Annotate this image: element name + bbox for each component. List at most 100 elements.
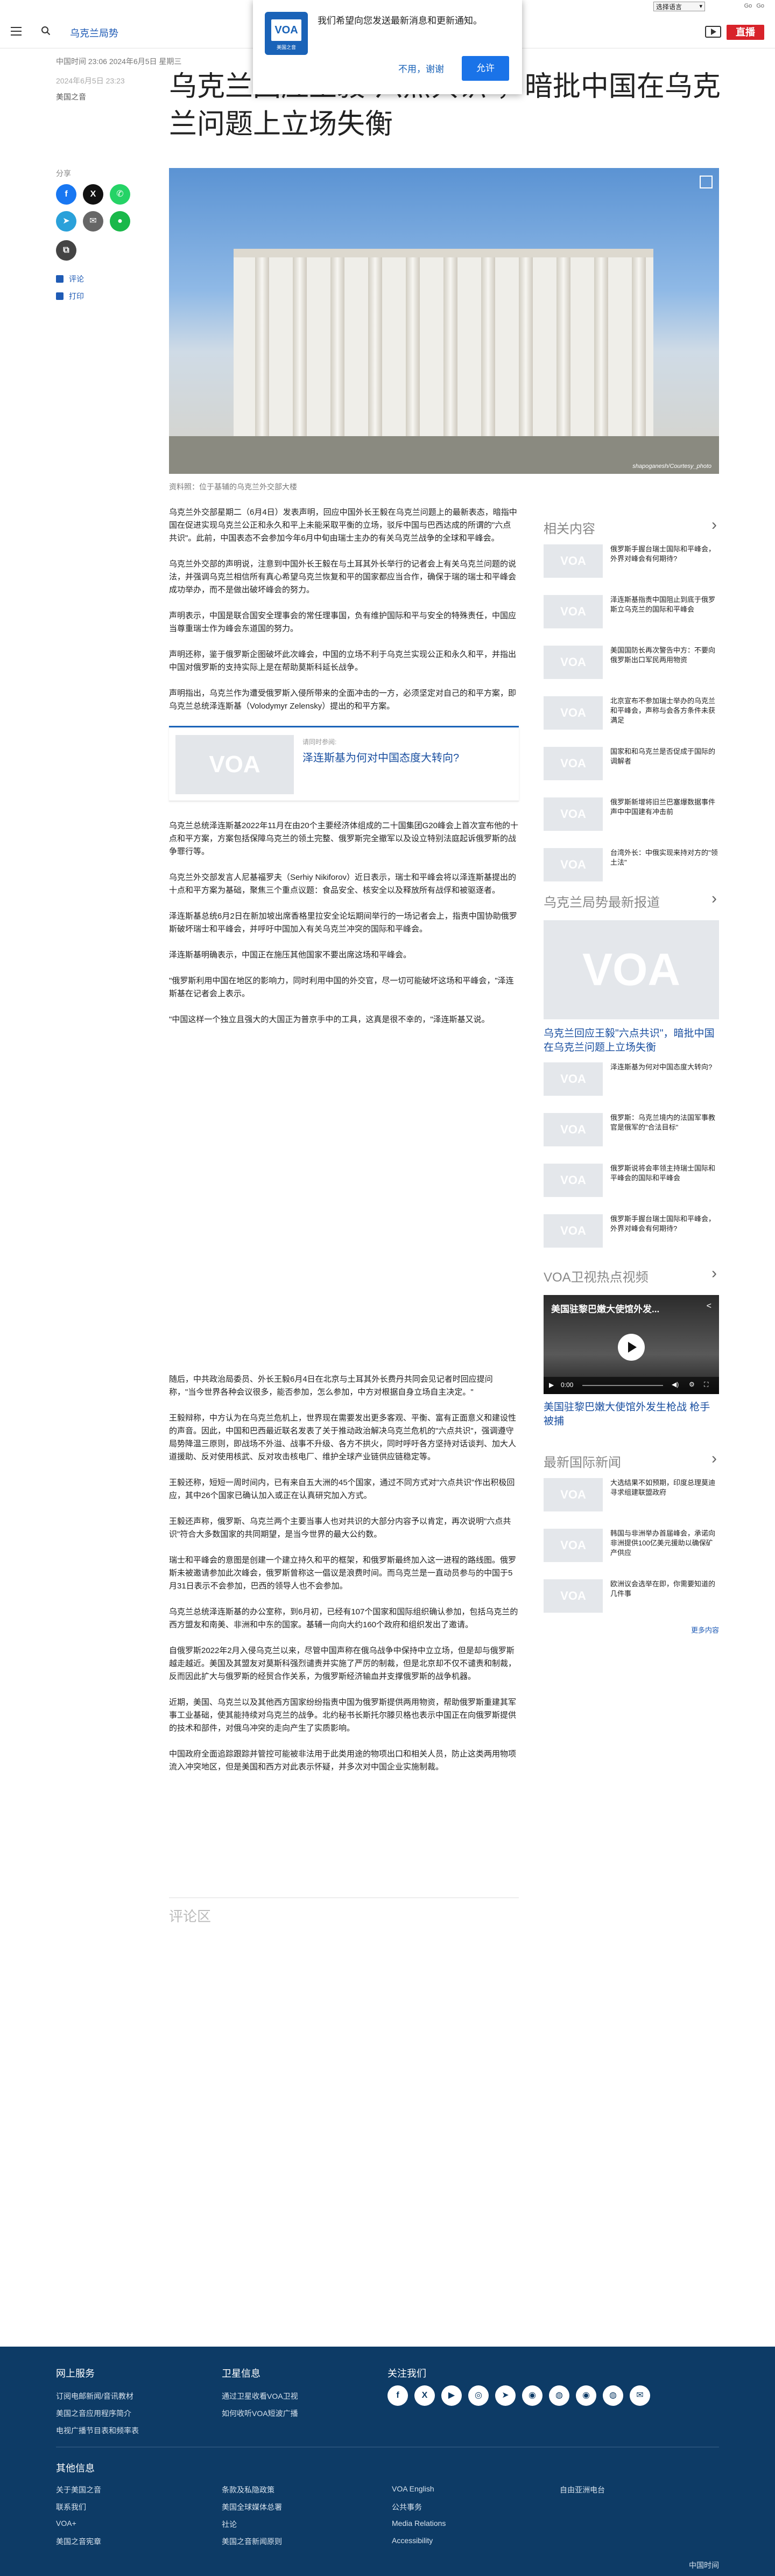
youtube-icon[interactable]: ▶	[441, 2385, 462, 2406]
paragraph: 乌克兰总统泽连斯基2022年11月在由20个主要经济体组成的二十国集团G20峰会…	[169, 821, 518, 856]
footer-link[interactable]: 美国全球媒体总署	[222, 2502, 282, 2512]
hamburger-menu-icon[interactable]	[11, 27, 22, 36]
volume-icon[interactable]: ◀)	[672, 1381, 679, 1388]
expand-image-icon[interactable]	[700, 176, 713, 188]
list-item[interactable]: VOA 泽连斯基为何对中国态度大转向?	[544, 1062, 719, 1105]
paragraph: 随后，中共政治局委员、外长王毅6月4日在北京与土耳其外长费丹共同会见记者时回应提…	[169, 1375, 493, 1397]
footer-other-heading: 其他信息	[56, 2463, 95, 2474]
list-item[interactable]: VOA 俄罗斯手握台瑞士国际和平峰会，外界对峰会有何期待?	[544, 544, 719, 587]
article-body: 乌克兰外交部星期二（6月4日）发表声明，回应中国外长王毅在乌克兰问题上的最新表态…	[169, 506, 519, 1787]
utility-links: Go Go	[744, 3, 764, 9]
footer-link[interactable]: 通过卫星收看VOA卫视	[222, 2391, 298, 2402]
footer-link[interactable]: 联系我们	[56, 2502, 86, 2512]
comment-link[interactable]: 评论	[56, 274, 84, 284]
play-small-icon[interactable]: ▶	[549, 1381, 554, 1389]
related-title[interactable]: 泽连斯基为何对中国态度大转向?	[302, 749, 459, 765]
feature-thumbnail[interactable]: VOA	[544, 920, 719, 1019]
facebook-icon[interactable]: f	[388, 2385, 408, 2406]
share-row-2: ➤ ✉ ●	[56, 211, 130, 232]
live-tv-icon[interactable]	[705, 26, 721, 38]
intl-news-heading[interactable]: 最新国际新闻	[544, 1450, 719, 1471]
list-item[interactable]: VOA 北京宣布不参加瑞士举办的乌克兰和平峰会，声称与会各方条件未获满足	[544, 696, 719, 739]
live-button[interactable]: 直播	[727, 25, 764, 40]
footer-link[interactable]: 电视广播节目表和频率表	[56, 2425, 139, 2436]
related-article-card[interactable]: VOA 请同时参阅: 泽连斯基为何对中国态度大转向?	[169, 726, 519, 801]
search-icon[interactable]	[41, 26, 51, 36]
allow-button[interactable]: 允许	[462, 56, 509, 81]
ukraine-news-heading[interactable]: 乌克兰局势最新报道	[544, 890, 719, 911]
video-progress-bar[interactable]	[582, 1385, 663, 1386]
paragraph: 乌克兰外交部发言人尼基福罗夫（Serhiy Nikiforov）近日表示，瑞士和…	[169, 873, 517, 895]
footer-link[interactable]: Media Relations	[392, 2519, 446, 2528]
telegram-share-icon[interactable]: ➤	[56, 211, 76, 232]
list-item[interactable]: VOA 韩国与非洲举办首届峰会，承诺向非洲提供100亿美元援助以确保矿产供应	[544, 1529, 719, 1572]
x-icon[interactable]: X	[414, 2385, 435, 2406]
podcast-icon[interactable]: ◍	[603, 2385, 623, 2406]
comments-section[interactable]: 评论区	[169, 1898, 519, 1926]
notification-message: 我们希望向您发送最新消息和更新通知。	[318, 16, 482, 26]
utility-link-2[interactable]: Go	[756, 3, 764, 9]
footer-link[interactable]: 公共事务	[392, 2502, 422, 2512]
instagram-icon[interactable]: ◎	[468, 2385, 489, 2406]
podcast-icon[interactable]: ◍	[549, 2385, 569, 2406]
footer-link[interactable]: 美国之音宪章	[56, 2536, 101, 2547]
copy-link-icon[interactable]: ⧉	[56, 240, 76, 261]
play-icon[interactable]	[618, 1334, 645, 1361]
publish-date: 2024年6月5日 23:23	[56, 76, 125, 85]
footer-link[interactable]: 美国之音新闻原则	[222, 2536, 282, 2547]
feature-title[interactable]: 乌克兰回应王毅"六点共识"，暗批中国在乌克兰问题上立场失衡	[544, 1027, 719, 1055]
email-icon[interactable]: ✉	[630, 2385, 650, 2406]
language-select[interactable]: 选择语言	[653, 2, 705, 11]
list-item[interactable]: VOA 欧洲议会选举在即，你需要知道的几件事	[544, 1579, 719, 1622]
paragraph: 王毅还声称，俄罗斯、乌克兰两个主要当事人也对共识的大部分内容予以肯定，再次说明"…	[169, 1517, 511, 1539]
video-controls: ▶ 0:00 ◀) ⚙ ⛶	[544, 1377, 719, 1394]
more-link[interactable]: 更多内容	[544, 1625, 719, 1635]
list-item[interactable]: VOA 俄罗斯新增将旧兰巴塞爆数据事件声中中国建有冲击前	[544, 797, 719, 841]
email-share-icon[interactable]: ✉	[83, 211, 103, 232]
line-share-icon[interactable]: ●	[110, 211, 130, 232]
list-item[interactable]: VOA 国家和和乌克兰是否促成于国际的调解者	[544, 747, 719, 790]
utility-link-1[interactable]: Go	[744, 3, 752, 9]
rss-icon[interactable]: ◉	[522, 2385, 542, 2406]
section-link[interactable]: 乌克兰局势	[70, 26, 118, 40]
footer-link[interactable]: 如何收听VOA短波广播	[222, 2408, 298, 2419]
footer-link[interactable]: 条款及私隐政策	[222, 2484, 274, 2495]
footer-link[interactable]: Accessibility	[392, 2536, 433, 2545]
footer-satellite-heading: 卫星信息	[222, 2368, 260, 2379]
footer-link[interactable]: 关于美国之音	[56, 2484, 101, 2495]
paragraph: "俄罗斯利用中国在地区的影响力，同时利用中国的外交官，尽一切可能破坏这场和平峰会…	[169, 976, 514, 998]
share-icon[interactable]: <	[707, 1301, 711, 1311]
video-title[interactable]: 美国驻黎巴嫩大使馆外发生枪战 枪手被捕	[544, 1401, 719, 1429]
footer-follow-heading: 关注我们	[388, 2368, 426, 2379]
paragraph: 中国政府全面追踪跟踪并管控可能被非法用于此类用途的物项出口和相关人员，防止这类两…	[169, 1749, 517, 1772]
rss-icon[interactable]: ◉	[576, 2385, 596, 2406]
print-link[interactable]: 打印	[56, 291, 84, 302]
footer-link[interactable]: 社论	[222, 2519, 237, 2530]
settings-icon[interactable]: ⚙	[689, 1381, 695, 1388]
list-item[interactable]: VOA 大选结果不如预期，印度总理莫迪寻求组建联盟政府	[544, 1478, 719, 1521]
list-item[interactable]: VOA 泽连斯基指责中国阻止到底于俄罗斯立乌克兰的国际和平峰会	[544, 595, 719, 638]
video-player[interactable]: 美国驻黎巴嫩大使馆外发... < ▶ 0:00 ◀) ⚙ ⛶	[544, 1295, 719, 1394]
fullscreen-icon[interactable]: ⛶	[704, 1381, 708, 1389]
footer-link[interactable]: 美国之音应用程序简介	[56, 2408, 131, 2419]
footer-link[interactable]: VOA+	[56, 2519, 76, 2528]
whatsapp-share-icon[interactable]: ✆	[110, 184, 130, 205]
list-item[interactable]: VOA 俄罗斯说将会率领主持瑞士国际和平峰会的国际和平峰会	[544, 1164, 719, 1207]
related-heading[interactable]: 相关内容	[544, 516, 719, 537]
paragraph: 自俄罗斯2022年2月入侵乌克兰以来，尽管中国声称在俄乌战争中保持中立立场，但是…	[169, 1646, 517, 1681]
facebook-share-icon[interactable]: f	[56, 184, 76, 205]
video-heading[interactable]: VOA卫视热点视频	[544, 1264, 719, 1285]
footer-timezone: 中国时间	[689, 2561, 719, 2570]
decline-button[interactable]: 不用，谢谢	[398, 61, 444, 75]
list-item[interactable]: VOA 俄罗斯手握台瑞士国际和平峰会，外界对峰会有何期待?	[544, 1214, 719, 1257]
telegram-icon[interactable]: ➤	[495, 2385, 516, 2406]
list-item[interactable]: VOA 俄罗斯：乌克兰境内的法国军事教官是俄军的"合法目标"	[544, 1113, 719, 1156]
footer-link[interactable]: 自由亚洲电台	[560, 2484, 605, 2495]
list-item[interactable]: VOA 美国国防长再次警告中方：不要向俄罗斯出口军民两用物资	[544, 646, 719, 689]
list-item[interactable]: VOA 台湾外长：中俄实现来持对方的"领土法"	[544, 848, 719, 891]
footer-link[interactable]: VOA English	[392, 2484, 434, 2493]
footer-online-heading: 网上服务	[56, 2368, 95, 2379]
footer-link[interactable]: 订阅电邮新闻/音讯教材	[56, 2391, 133, 2402]
article-source[interactable]: 美国之音	[56, 92, 86, 102]
x-share-icon[interactable]: X	[83, 184, 103, 205]
